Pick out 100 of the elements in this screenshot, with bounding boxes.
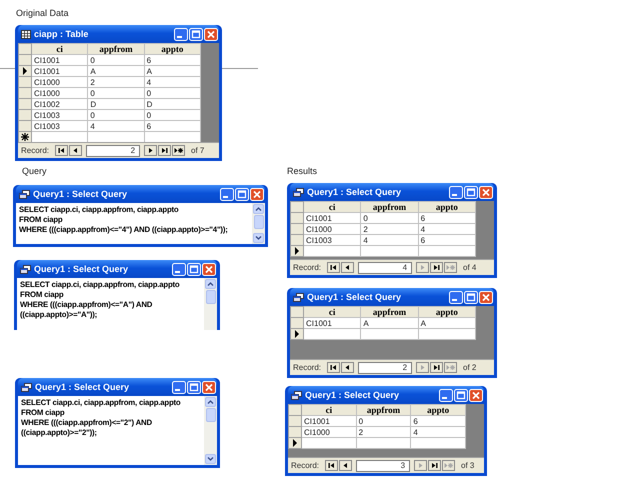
- record-number-field[interactable]: 4: [358, 262, 412, 274]
- column-header[interactable]: appto: [418, 202, 476, 212]
- scroll-up-icon[interactable]: [205, 279, 216, 289]
- last-record-icon[interactable]: [428, 460, 442, 471]
- record-label: Record:: [21, 146, 50, 155]
- last-record-icon[interactable]: [430, 262, 444, 273]
- section-label: Original Data: [16, 8, 69, 18]
- current-row-icon: [292, 439, 298, 447]
- scroll-up-icon[interactable]: [253, 204, 264, 214]
- corner-cell[interactable]: [288, 404, 302, 416]
- scrollbar[interactable]: [252, 203, 265, 244]
- minimize-icon[interactable]: [174, 28, 188, 40]
- column-header[interactable]: appfrom: [356, 404, 411, 416]
- window-icon: [293, 188, 304, 196]
- window-title: Query1 : Select Query: [307, 187, 402, 197]
- maximize-icon[interactable]: [454, 388, 468, 402]
- column-header[interactable]: appto: [418, 306, 476, 318]
- scrollbar[interactable]: [204, 278, 217, 330]
- scroll-thumb[interactable]: [206, 408, 216, 422]
- close-icon[interactable]: [202, 262, 216, 276]
- close-icon[interactable]: [469, 388, 483, 402]
- column-header[interactable]: ci: [304, 306, 361, 318]
- corner-cell[interactable]: [290, 306, 304, 318]
- column-header[interactable]: ci: [302, 404, 356, 416]
- current-row-icon: [22, 67, 28, 75]
- scroll-up-icon[interactable]: [205, 397, 216, 407]
- section-label: Results: [287, 166, 318, 176]
- close-icon[interactable]: [479, 290, 493, 304]
- minimize-icon[interactable]: [449, 186, 463, 198]
- previous-record-icon[interactable]: [339, 460, 352, 471]
- column-header[interactable]: appfrom: [360, 202, 418, 212]
- first-record-icon[interactable]: [55, 145, 68, 156]
- maximize-icon[interactable]: [464, 290, 478, 304]
- window-title: Query1 : Select Query: [33, 189, 128, 199]
- scroll-down-icon[interactable]: [253, 233, 264, 243]
- first-record-icon[interactable]: [327, 362, 340, 373]
- next-record-icon[interactable]: [144, 145, 158, 156]
- previous-record-icon[interactable]: [341, 362, 354, 373]
- first-record-icon[interactable]: [327, 262, 340, 273]
- record-label: Record:: [293, 263, 322, 272]
- row-selector[interactable]: [290, 328, 304, 340]
- section-label: Query: [22, 166, 47, 176]
- scroll-down-icon[interactable]: [205, 454, 216, 464]
- row-selector[interactable]: [288, 438, 302, 448]
- window-title: Query1 : Select Query: [35, 382, 130, 392]
- new-record-icon[interactable]: [172, 145, 186, 156]
- close-icon[interactable]: [202, 380, 216, 394]
- minimize-icon[interactable]: [172, 262, 186, 276]
- maximize-icon[interactable]: [464, 186, 478, 198]
- row-selector[interactable]: [290, 246, 304, 256]
- record-count: of 7: [191, 146, 204, 155]
- window-title: ciapp : Table: [34, 29, 90, 39]
- record-number-field[interactable]: 2: [358, 362, 412, 374]
- maximize-icon[interactable]: [235, 188, 249, 200]
- table-icon: [21, 30, 31, 38]
- row-selector[interactable]: [18, 132, 32, 142]
- record-count: of 2: [463, 363, 476, 372]
- scroll-thumb[interactable]: [206, 290, 216, 304]
- window-title: Query1 : Select Query: [307, 292, 402, 302]
- window-icon: [291, 390, 302, 400]
- minimize-icon[interactable]: [449, 290, 463, 304]
- new-record-icon: [21, 133, 29, 141]
- first-record-icon[interactable]: [325, 460, 338, 471]
- window-icon: [19, 190, 30, 198]
- record-count: of 4: [463, 263, 476, 272]
- scrollbar[interactable]: [204, 396, 217, 465]
- minimize-icon[interactable]: [172, 380, 186, 394]
- column-header[interactable]: appfrom: [360, 306, 418, 318]
- current-row-icon: [294, 247, 300, 255]
- previous-record-icon[interactable]: [341, 262, 354, 273]
- window-icon: [21, 382, 32, 392]
- scroll-thumb[interactable]: [254, 215, 264, 229]
- previous-record-icon[interactable]: [69, 145, 82, 156]
- window-title: Query1 : Select Query: [305, 390, 400, 400]
- window-title: Query1 : Select Query: [34, 264, 130, 274]
- corner-cell[interactable]: [290, 202, 304, 212]
- minimize-icon[interactable]: [220, 188, 234, 200]
- record-number-field[interactable]: 2: [86, 144, 140, 156]
- corner-cell[interactable]: [18, 44, 32, 54]
- maximize-icon[interactable]: [189, 28, 203, 40]
- window-icon: [20, 264, 31, 274]
- record-label: Record:: [293, 363, 322, 372]
- column-header[interactable]: appto: [144, 44, 200, 54]
- current-row-icon: [294, 330, 300, 338]
- column-header[interactable]: appfrom: [88, 44, 144, 54]
- last-record-icon[interactable]: [158, 145, 172, 156]
- minimize-icon[interactable]: [439, 388, 453, 402]
- close-icon[interactable]: [479, 186, 493, 198]
- column-header[interactable]: ci: [304, 202, 361, 212]
- window-icon: [293, 292, 304, 302]
- column-header[interactable]: appto: [410, 404, 466, 416]
- last-record-icon[interactable]: [430, 362, 444, 373]
- maximize-icon[interactable]: [187, 262, 201, 276]
- row-selector[interactable]: [18, 66, 32, 76]
- maximize-icon[interactable]: [187, 380, 201, 394]
- close-icon[interactable]: [204, 28, 218, 40]
- record-number-field[interactable]: 3: [356, 460, 410, 472]
- close-icon[interactable]: [250, 188, 264, 200]
- column-header[interactable]: ci: [32, 44, 88, 54]
- record-label: Record:: [291, 461, 320, 470]
